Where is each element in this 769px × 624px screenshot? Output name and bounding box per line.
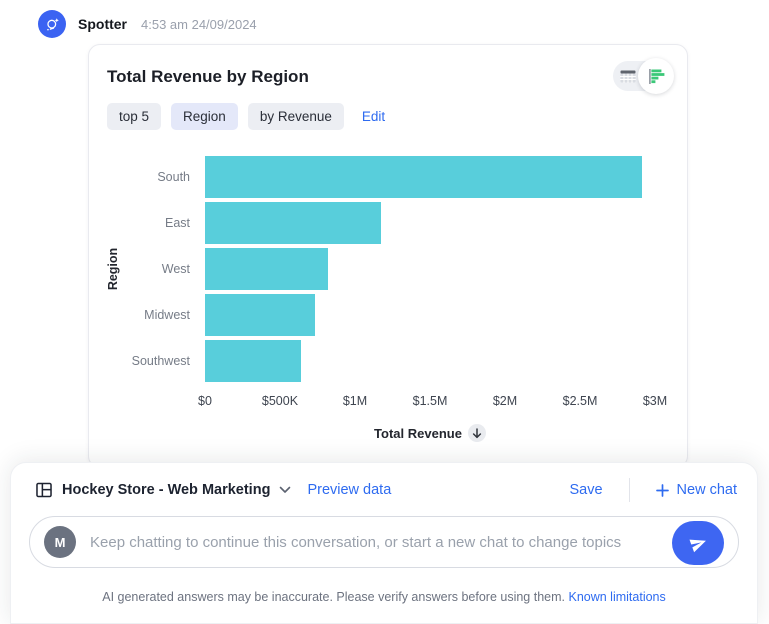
datasource-table-icon [35,481,53,499]
disclaimer-text: AI generated answers may be inaccurate. … [102,590,565,604]
category-label: South [121,170,205,184]
edit-query-link[interactable]: Edit [362,109,385,124]
table-icon [620,70,636,83]
bar-track [205,202,655,244]
x-axis-title: Total Revenue [205,424,655,442]
bar[interactable] [205,248,328,290]
category-label: West [121,262,205,276]
chat-input[interactable] [90,534,658,551]
new-chat-button[interactable]: New chat [656,482,737,498]
chevron-down-icon [279,486,291,494]
chat-message-header: Spotter 4:53 am 24/09/2024 [0,0,769,38]
bar-track [205,248,655,290]
category-label: East [121,216,205,230]
bar-row: South [121,154,671,200]
send-button[interactable] [672,521,724,565]
known-limitations-link[interactable]: Known limitations [568,590,665,604]
bar-track [205,340,655,382]
chart-title: Total Revenue by Region [89,45,687,87]
spotter-bulb-icon [44,16,61,33]
bar-row: Midwest [121,292,671,338]
spotter-avatar [38,10,66,38]
bar[interactable] [205,340,301,382]
chat-input-container: M [29,516,739,568]
sort-descending-icon[interactable] [468,424,486,442]
message-timestamp: 4:53 am 24/09/2024 [141,17,257,32]
x-tick-label: $3M [643,394,667,408]
x-axis: $0$500K$1M$1.5M$2M$2.5M$3M [205,394,655,410]
plus-icon [656,484,669,497]
x-tick-label: $1.5M [413,394,448,408]
y-axis-title: Region [105,154,121,384]
send-icon [686,531,710,555]
user-avatar: M [44,526,76,558]
view-toggle [613,61,671,91]
preview-data-link[interactable]: Preview data [307,482,391,498]
x-axis-title-text: Total Revenue [374,426,462,441]
divider [629,478,630,502]
datasource-selector[interactable]: Hockey Store - Web Marketing [35,481,291,499]
revenue-bar-chart: Region South East West Midwest Southwest $0 $… [89,154,687,442]
bar-track [205,156,655,198]
save-button[interactable]: Save [569,482,602,498]
new-chat-label: New chat [677,482,737,498]
bar-row: Southwest [121,338,671,384]
bar-chart-icon [648,69,665,84]
token-top5[interactable]: top 5 [107,103,161,130]
x-tick-label: $1M [343,394,367,408]
category-label: Midwest [121,308,205,322]
bar[interactable] [205,156,642,198]
bar-plot: South East West Midwest Southwest [121,154,671,384]
ai-disclaimer: AI generated answers may be inaccurate. … [11,590,757,604]
category-label: Southwest [121,354,205,368]
chat-composer-panel: Hockey Store - Web Marketing Preview dat… [10,462,758,624]
token-by-revenue[interactable]: by Revenue [248,103,344,130]
bar-track [205,294,655,336]
app-name: Spotter [78,16,127,32]
x-tick-label: $2.5M [563,394,598,408]
bar-chart-view-button[interactable] [638,58,674,94]
query-token-bar: top 5 Region by Revenue Edit [107,103,687,130]
bar-row: East [121,200,671,246]
datasource-name: Hockey Store - Web Marketing [62,482,270,498]
token-region[interactable]: Region [171,103,238,130]
bar[interactable] [205,294,315,336]
x-tick-label: $0 [198,394,212,408]
bar[interactable] [205,202,381,244]
x-tick-label: $2M [493,394,517,408]
answer-card: Total Revenue by Region top 5 [88,44,688,468]
bar-row: West [121,246,671,292]
x-tick-label: $500K [262,394,298,408]
composer-toolbar: Hockey Store - Web Marketing Preview dat… [11,463,757,502]
